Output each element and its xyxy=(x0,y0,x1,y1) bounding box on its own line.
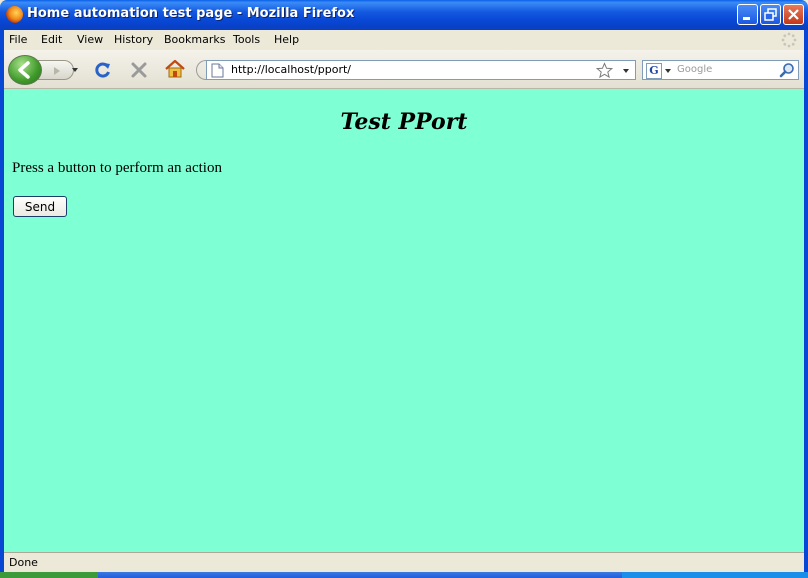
page-title: Test PPort xyxy=(340,109,468,135)
page-content: Test PPort Press a button to perform an … xyxy=(4,89,804,552)
firefox-window: Home automation test page - Mozilla Fire… xyxy=(0,0,808,578)
close-button[interactable] xyxy=(783,4,804,25)
menu-help[interactable]: Help xyxy=(274,33,299,46)
history-dropdown-icon[interactable] xyxy=(71,66,79,74)
back-arrow-icon xyxy=(18,61,30,79)
search-engine-badge[interactable]: G xyxy=(646,63,662,79)
url-bar[interactable]: http://localhost/pport/ xyxy=(206,60,636,80)
stop-icon[interactable] xyxy=(130,61,148,79)
forward-arrow-icon xyxy=(54,67,60,75)
search-placeholder: Google xyxy=(677,64,713,75)
magnifier-icon[interactable] xyxy=(779,62,795,78)
title-bar: Home automation test page - Mozilla Fire… xyxy=(0,0,808,30)
url-text: http://localhost/pport/ xyxy=(231,63,352,76)
maximize-icon xyxy=(764,8,777,21)
forward-button[interactable] xyxy=(38,60,74,80)
throbber-icon xyxy=(781,32,797,48)
window-title: Home automation test page - Mozilla Fire… xyxy=(27,6,355,21)
system-tray xyxy=(622,572,808,578)
menu-bar: File Edit View History Bookmarks Tools H… xyxy=(0,30,808,50)
reload-icon[interactable] xyxy=(93,60,113,80)
bookmark-star-icon[interactable] xyxy=(596,62,613,79)
send-button[interactable]: Send xyxy=(13,196,67,217)
instruction-text: Press a button to perform an action xyxy=(12,160,222,176)
window-frame-left xyxy=(0,30,4,578)
minimize-icon xyxy=(743,17,750,20)
url-dropdown-icon[interactable] xyxy=(622,67,630,75)
home-icon[interactable] xyxy=(164,59,186,79)
minimize-button[interactable] xyxy=(737,4,758,25)
search-bar[interactable]: G Google xyxy=(642,60,799,80)
menu-tools[interactable]: Tools xyxy=(233,33,260,46)
back-button[interactable] xyxy=(8,55,42,85)
start-button[interactable] xyxy=(0,572,98,578)
menu-view[interactable]: View xyxy=(77,33,103,46)
menu-edit[interactable]: Edit xyxy=(41,33,62,46)
menu-history[interactable]: History xyxy=(114,33,153,46)
close-icon xyxy=(788,9,799,20)
window-frame-right xyxy=(804,30,808,578)
firefox-logo-icon xyxy=(6,6,23,23)
status-text: Done xyxy=(9,556,38,569)
search-engine-dropdown-icon[interactable] xyxy=(664,67,672,75)
menu-file[interactable]: File xyxy=(9,33,27,46)
page-icon xyxy=(211,63,224,78)
menu-bookmarks[interactable]: Bookmarks xyxy=(164,33,225,46)
status-bar: Done xyxy=(4,552,804,572)
maximize-button[interactable] xyxy=(760,4,781,25)
